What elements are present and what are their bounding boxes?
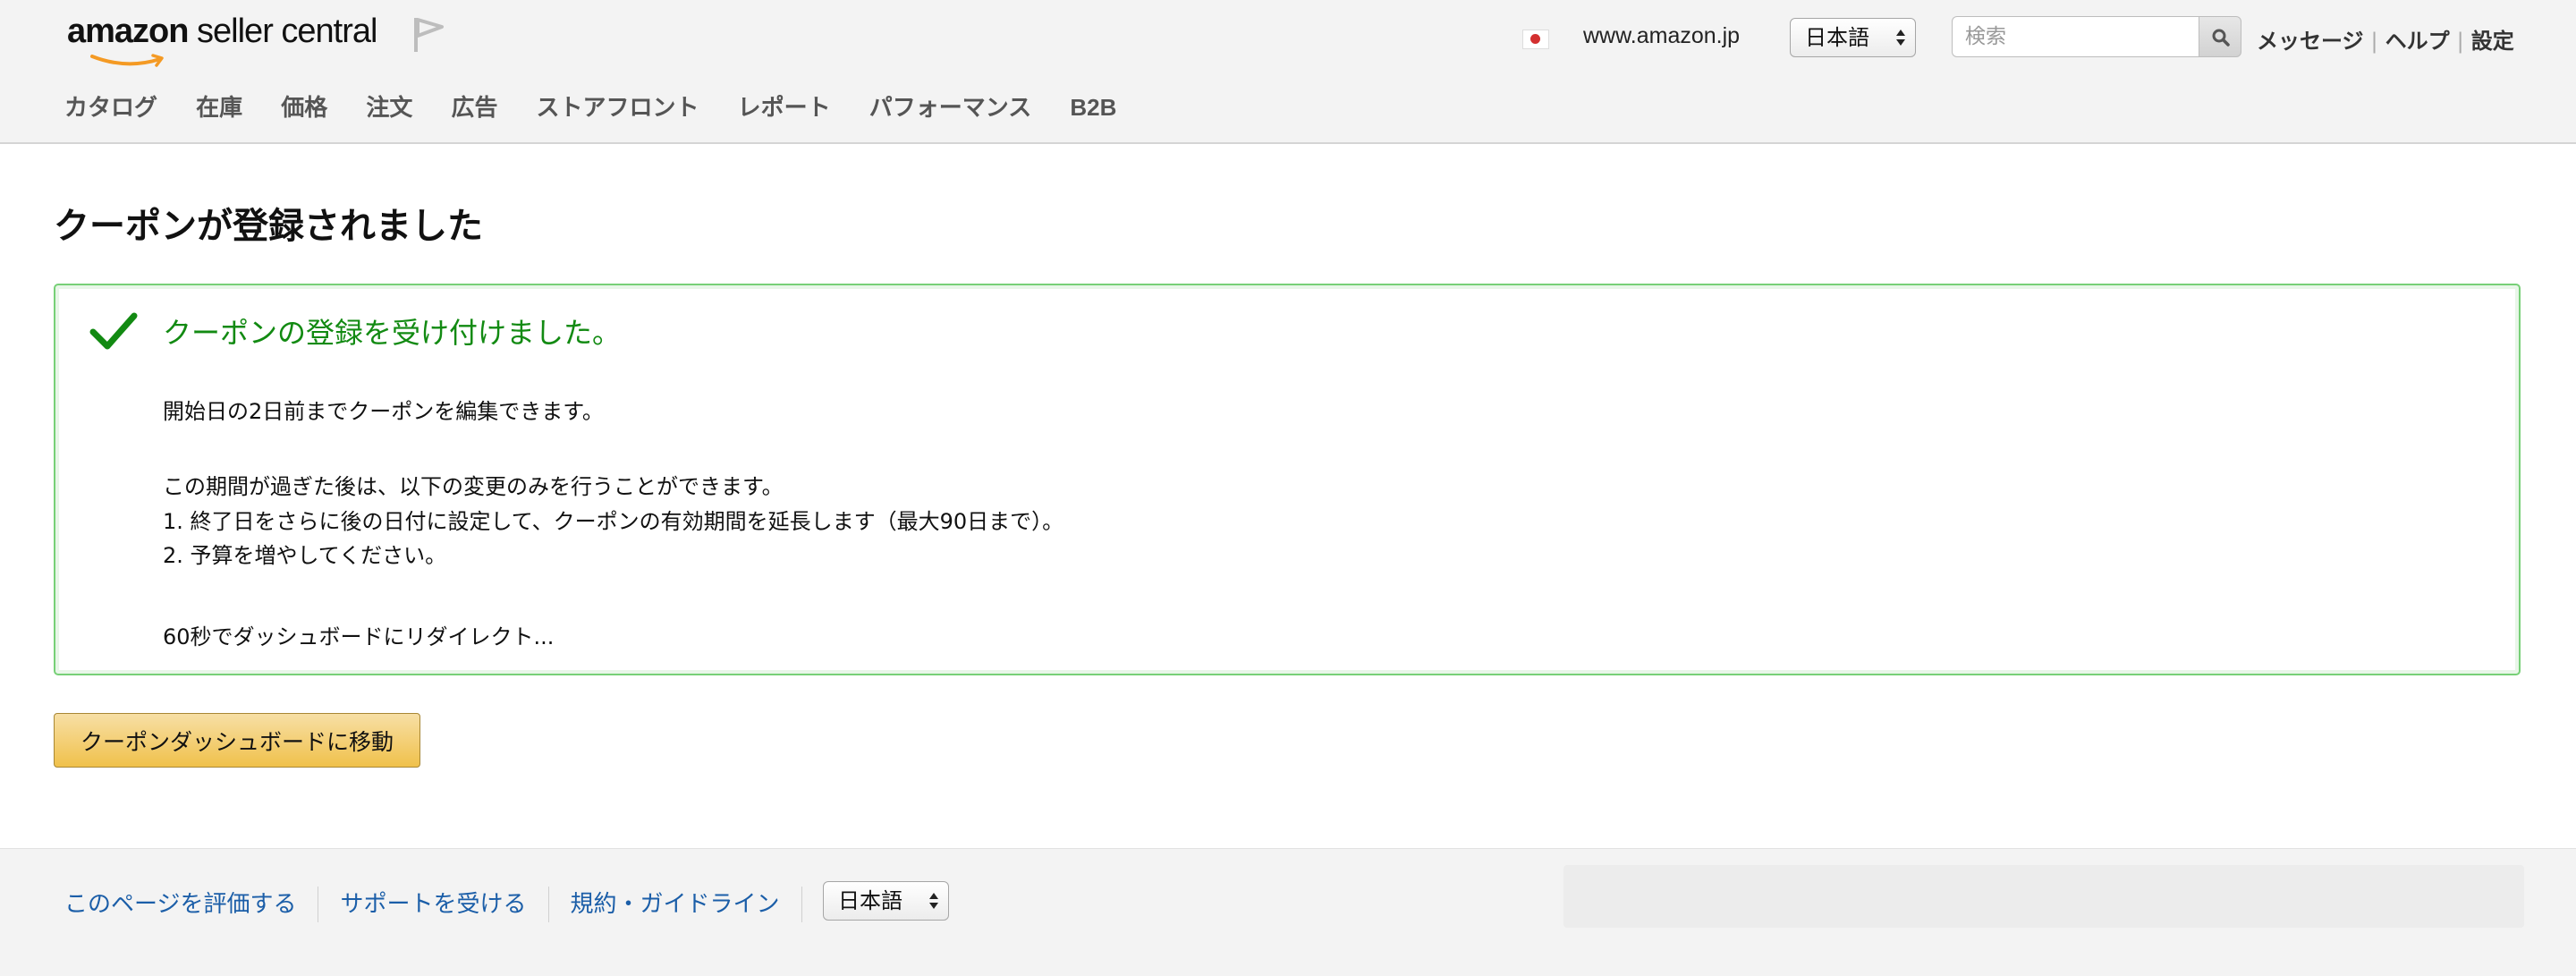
language-select-value: 日本語 — [1805, 25, 1869, 50]
language-select[interactable]: 日本語 — [1790, 18, 1916, 57]
nav-orders[interactable]: 注文 — [366, 89, 412, 123]
select-arrows-icon — [1896, 30, 1905, 46]
nav-catalog[interactable]: カタログ — [64, 89, 157, 123]
search-input[interactable] — [1952, 16, 2199, 57]
nav-advertising[interactable]: 広告 — [451, 89, 497, 123]
footer: このページを評価する サポートを受ける 規約・ガイドライン 日本語 — [0, 848, 2576, 976]
alert-heading: クーポンの登録を受け付けました。 — [163, 316, 622, 350]
nav-pricing[interactable]: 価格 — [281, 89, 327, 123]
help-link[interactable]: ヘルプ — [2385, 29, 2450, 54]
nav-b2b[interactable]: B2B — [1070, 94, 1116, 122]
settings-link[interactable]: 設定 — [2471, 29, 2514, 54]
search-icon — [2212, 29, 2230, 47]
top-links: メッセージ | ヘルプ | 設定 — [2257, 23, 2514, 55]
after-period-note: この期間が過ぎた後は、以下の変更のみを行うことができます。 — [163, 474, 784, 499]
check-icon — [89, 312, 138, 350]
nav-reports[interactable]: レポート — [738, 89, 831, 123]
nav-storefront[interactable]: ストアフロント — [537, 89, 699, 123]
logo-product: seller central — [188, 13, 377, 50]
messages-link[interactable]: メッセージ — [2257, 29, 2364, 54]
footer-language-select[interactable]: 日本語 — [823, 881, 949, 921]
rate-page-link[interactable]: このページを評価する — [64, 887, 319, 922]
select-arrows-icon — [929, 893, 938, 909]
option-increase-budget: 2. 予算を増やしてください。 — [163, 543, 447, 568]
flag-icon[interactable] — [411, 16, 447, 54]
page-title: クーポンが登録されました — [54, 206, 483, 247]
logo-brand: amazon — [67, 13, 189, 50]
go-to-coupon-dashboard-button[interactable]: クーポンダッシュボードに移動 — [54, 713, 420, 768]
footer-panel — [1563, 865, 2524, 928]
seller-central-logo[interactable]: amazon seller central — [67, 13, 377, 67]
main-nav: カタログ 在庫 価格 注文 広告 ストアフロント レポート パフォーマンス B2… — [64, 89, 1150, 123]
redirect-notice: 60秒でダッシュボードにリダイレクト... — [163, 624, 555, 649]
policies-guidelines-link[interactable]: 規約・ガイドライン — [571, 887, 802, 922]
search-button[interactable] — [2199, 16, 2241, 57]
header: amazon seller central www.amazon.jp 日本語 … — [0, 0, 2576, 144]
footer-links: このページを評価する サポートを受ける 規約・ガイドライン — [64, 887, 802, 922]
edit-note: 開始日の2日前までクーポンを編集できます。 — [163, 399, 604, 424]
separator: | — [2370, 29, 2378, 54]
japan-flag-icon — [1522, 30, 1549, 49]
footer-language-value: 日本語 — [838, 888, 902, 913]
nav-performance[interactable]: パフォーマンス — [869, 89, 1031, 123]
get-support-link[interactable]: サポートを受ける — [340, 887, 549, 922]
amazon-smile-icon — [90, 54, 164, 67]
nav-inventory[interactable]: 在庫 — [196, 89, 242, 123]
option-extend-end-date: 1. 終了日をさらに後の日付に設定して、クーポンの有効期間を延長します（最大90… — [163, 509, 1064, 534]
marketplace-switcher[interactable]: www.amazon.jp — [1583, 23, 1740, 49]
success-alert: クーポンの登録を受け付けました。 開始日の2日前までクーポンを編集できます。 こ… — [54, 284, 2521, 675]
separator: | — [2456, 29, 2464, 54]
